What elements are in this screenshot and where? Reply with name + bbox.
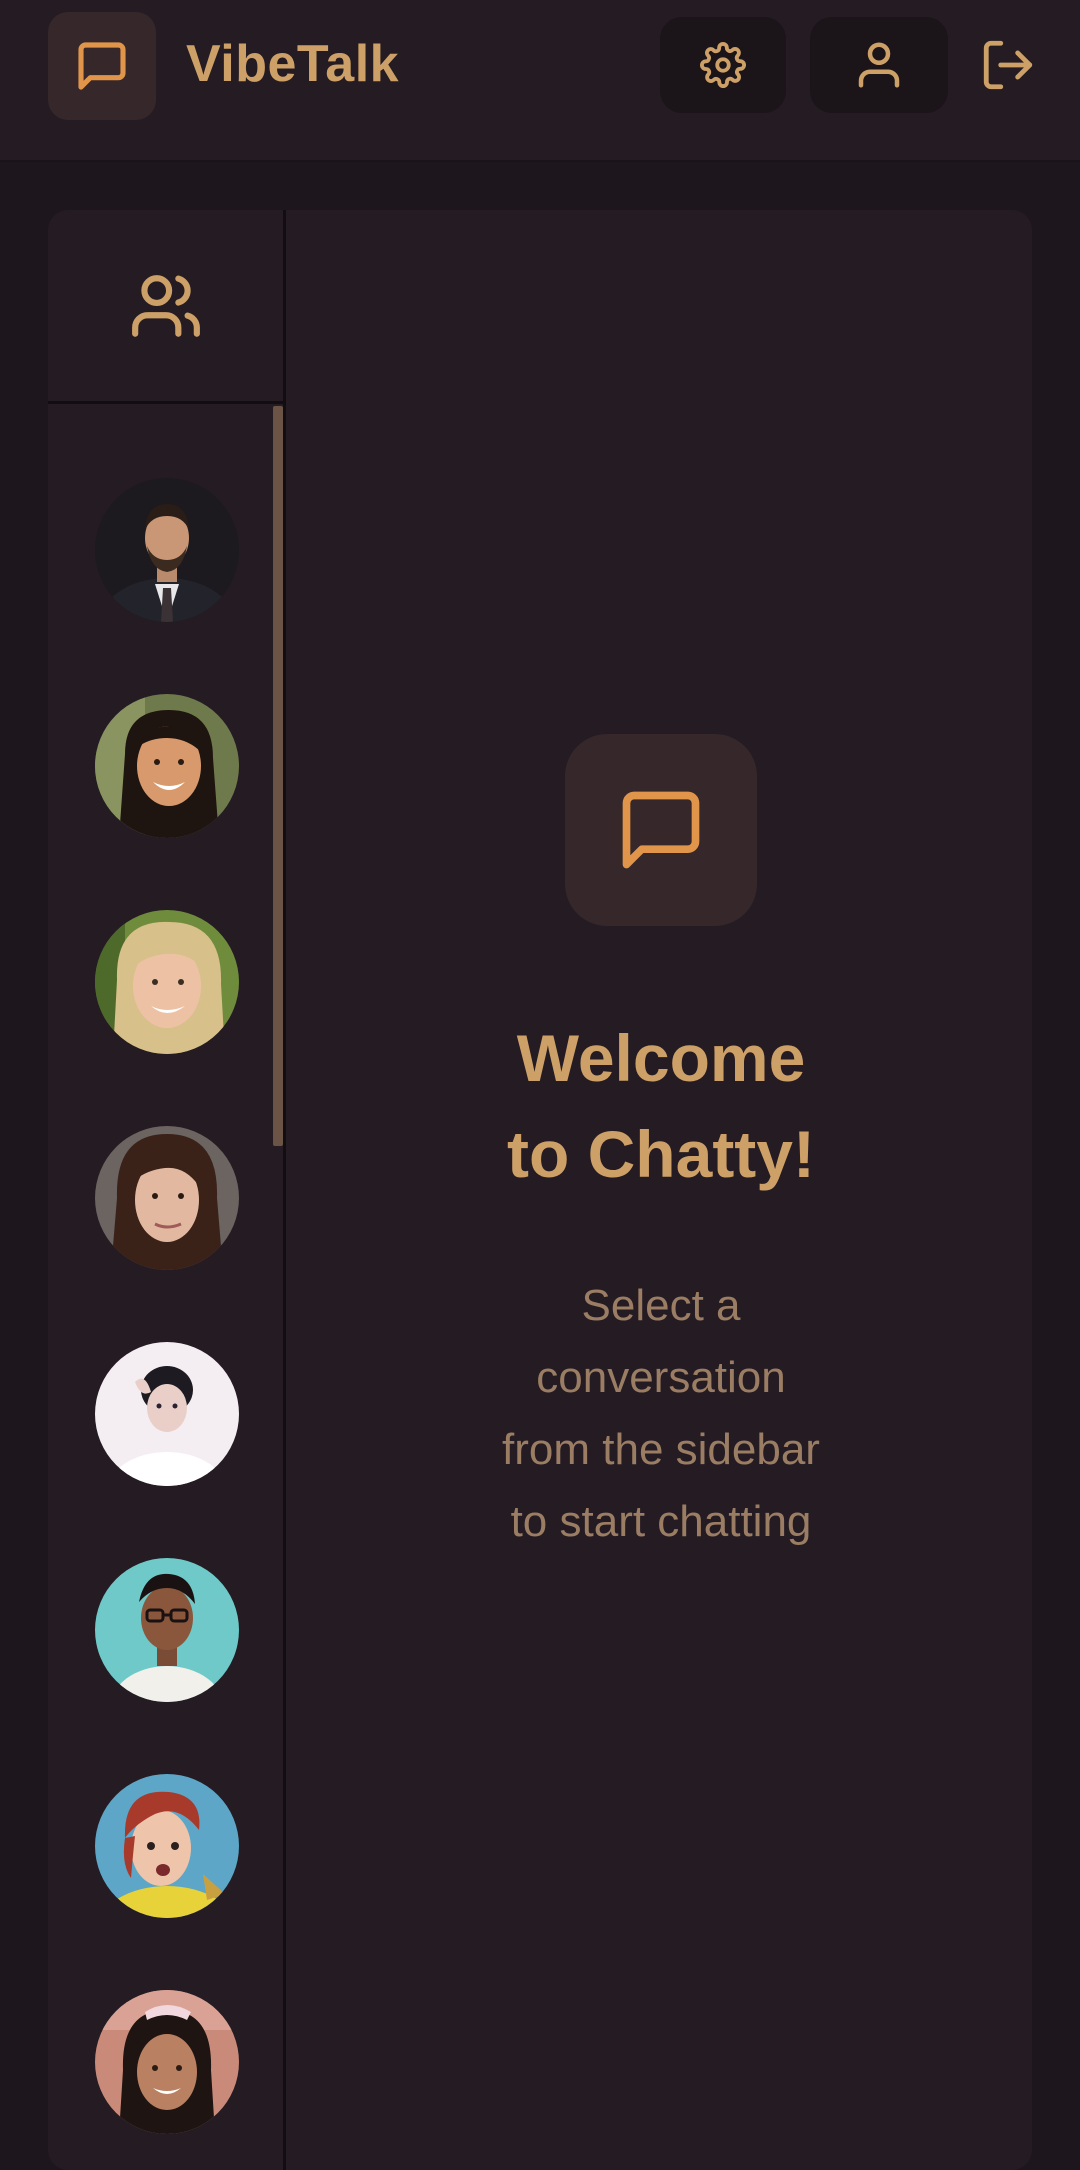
app-title[interactable]: VibeTalk (186, 30, 399, 98)
avatar-woman-partial (95, 1990, 239, 2134)
welcome-icon-box (565, 734, 757, 926)
avatar-woman-white-background (95, 1342, 239, 1486)
settings-button[interactable] (660, 17, 786, 113)
users-icon (131, 274, 200, 337)
no-chat-selected-panel: Welcome to Chatty! Select a conversation… (286, 210, 1032, 2170)
welcome-title: Welcome to Chatty! (286, 1010, 1032, 1202)
contact-avatar[interactable] (95, 910, 239, 1054)
top-navbar: VibeTalk (0, 0, 1080, 162)
avatar-woman-blonde (95, 910, 239, 1054)
contact-avatar[interactable] (95, 1342, 239, 1486)
welcome-subtitle-line: conversation (536, 1353, 786, 1402)
avatar-woman-brunette (95, 1126, 239, 1270)
gear-icon (700, 42, 746, 88)
avatar-woman-red-hair (95, 1774, 239, 1918)
welcome-subtitle-line: Select a (581, 1281, 741, 1330)
contact-avatar[interactable] (95, 1774, 239, 1918)
avatar-woman-smiling (95, 694, 239, 838)
contacts-sidebar (48, 210, 286, 2170)
logout-icon (983, 40, 1033, 90)
welcome-subtitle-line: to start chatting (510, 1497, 812, 1546)
contact-avatar[interactable] (95, 478, 239, 622)
avatar-woman-glasses (95, 1558, 239, 1702)
welcome-subtitle-line: from the sidebar (502, 1425, 820, 1474)
user-icon (858, 42, 900, 88)
welcome-title-line: to Chatty! (507, 1117, 815, 1191)
logout-button[interactable] (966, 17, 1050, 113)
message-square-icon (78, 42, 126, 90)
contact-avatar[interactable] (95, 1126, 239, 1270)
chat-container: Welcome to Chatty! Select a conversation… (48, 210, 1032, 2170)
sidebar-scrollbar[interactable] (273, 406, 283, 1146)
message-square-icon (622, 791, 700, 869)
contact-avatar[interactable] (95, 1558, 239, 1702)
contact-avatar[interactable] (95, 1990, 239, 2134)
sidebar-header (48, 210, 283, 404)
contact-avatar[interactable] (95, 694, 239, 838)
welcome-title-line: Welcome (516, 1021, 806, 1095)
avatar-man-suit (95, 478, 239, 622)
welcome-subtitle: Select a conversation from the sidebar t… (286, 1270, 1032, 1558)
app-logo[interactable] (48, 12, 156, 120)
profile-button[interactable] (810, 17, 948, 113)
